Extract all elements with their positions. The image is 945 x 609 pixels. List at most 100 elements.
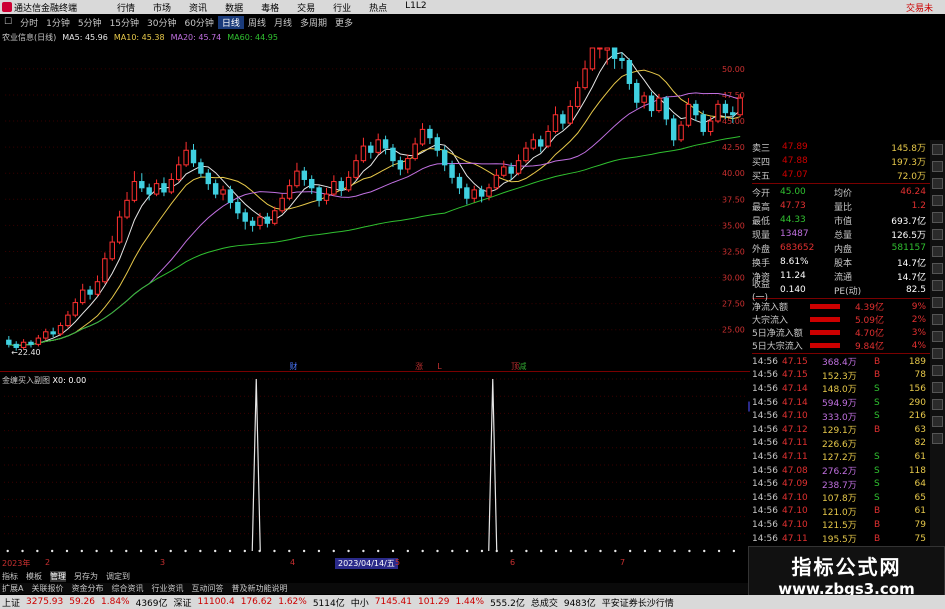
tick-row[interactable]: 14:56 47.11 127.2万 S 61: [752, 450, 930, 464]
candle-body[interactable]: [323, 193, 330, 201]
candle-body[interactable]: [501, 166, 507, 176]
candle-body[interactable]: [94, 281, 101, 295]
candle-body[interactable]: [168, 178, 175, 193]
news-tab[interactable]: 互动问答: [191, 583, 223, 594]
tick-row[interactable]: 14:56 47.10 121.0万 B 61: [752, 505, 930, 519]
period-tab[interactable]: 5分钟: [74, 16, 106, 29]
candle-body[interactable]: [301, 170, 308, 180]
candle-body[interactable]: [493, 174, 500, 189]
candle-body[interactable]: [227, 189, 234, 203]
candle-body[interactable]: [176, 164, 182, 180]
candle-body[interactable]: [257, 216, 263, 226]
candle-body[interactable]: [693, 103, 699, 116]
candlestick-chart[interactable]: 50.0047.5045.0042.5040.0037.5035.0032.50…: [0, 44, 750, 372]
candle-body[interactable]: [685, 103, 692, 126]
side-tool-icon[interactable]: [932, 229, 943, 240]
candle-body[interactable]: [574, 87, 581, 107]
candle-body[interactable]: [626, 60, 633, 84]
candle-body[interactable]: [72, 302, 79, 316]
candle-body[interactable]: [582, 68, 588, 89]
indicator-tab[interactable]: 模板: [26, 571, 42, 582]
candle-body[interactable]: [249, 220, 256, 226]
candle-body[interactable]: [441, 149, 448, 166]
candle-body[interactable]: [523, 147, 529, 162]
tick-row[interactable]: 14:56 47.14 148.0万 S 156: [752, 382, 930, 396]
side-tool-icon[interactable]: [932, 263, 943, 274]
menu-item[interactable]: 资讯: [189, 1, 207, 14]
side-tool-icon[interactable]: [932, 297, 943, 308]
menu-item[interactable]: 数据: [225, 1, 243, 14]
candle-body[interactable]: [272, 210, 278, 224]
side-tool-icon[interactable]: [932, 212, 943, 223]
candle-body[interactable]: [634, 82, 640, 103]
side-tool-icon[interactable]: [932, 365, 943, 376]
candle-body[interactable]: [545, 130, 551, 147]
candle-body[interactable]: [412, 143, 418, 160]
candle-body[interactable]: [464, 187, 470, 199]
candle-body[interactable]: [397, 160, 404, 170]
news-tab[interactable]: 行业资讯: [151, 583, 183, 594]
candle-body[interactable]: [183, 149, 189, 166]
candle-body[interactable]: [79, 289, 86, 304]
period-tab[interactable]: 60分钟: [180, 16, 217, 29]
indicator-tab[interactable]: 指标: [2, 571, 18, 582]
side-tool-icon[interactable]: [932, 416, 943, 427]
tick-row[interactable]: 14:56 47.10 333.0万 S 216: [752, 409, 930, 423]
menu-item[interactable]: L1L2: [405, 1, 426, 14]
tick-row[interactable]: 14:56 47.10 121.5万 B 79: [752, 518, 930, 532]
news-tab[interactable]: 普及新功能说明: [231, 583, 287, 594]
candle-body[interactable]: [656, 97, 662, 112]
candle-body[interactable]: [28, 341, 34, 345]
candle-body[interactable]: [670, 118, 677, 141]
candle-body[interactable]: [722, 103, 729, 114]
side-tool-icon[interactable]: [932, 161, 943, 172]
side-tool-icon[interactable]: [932, 178, 943, 189]
candle-body[interactable]: [375, 139, 381, 153]
side-tool-icon[interactable]: [932, 348, 943, 359]
candle-body[interactable]: [153, 183, 160, 195]
candle-body[interactable]: [65, 314, 71, 327]
orderbook-row[interactable]: 买五 47.07 72.0万: [752, 168, 930, 182]
candle-body[interactable]: [648, 95, 655, 112]
period-tab[interactable]: 30分钟: [143, 16, 180, 29]
candle-body[interactable]: [604, 47, 610, 51]
candle-body[interactable]: [515, 160, 522, 174]
candle-body[interactable]: [478, 189, 485, 197]
orderbook-row[interactable]: 买四 47.88 197.3万: [752, 154, 930, 168]
candle-body[interactable]: [405, 158, 411, 170]
candle-body[interactable]: [338, 181, 344, 191]
event-marker[interactable]: L: [437, 362, 442, 371]
period-tab[interactable]: 周线: [244, 16, 270, 29]
candle-body[interactable]: [20, 341, 27, 348]
period-tab[interactable]: 15分钟: [106, 16, 143, 29]
indicator-tab[interactable]: 调定到: [106, 571, 130, 582]
candle-body[interactable]: [382, 139, 389, 149]
candle-body[interactable]: [552, 114, 559, 132]
candle-body[interactable]: [663, 97, 670, 120]
candle-body[interactable]: [427, 128, 433, 139]
side-tool-icon[interactable]: [932, 399, 943, 410]
side-tool-icon[interactable]: [932, 433, 943, 444]
candle-body[interactable]: [560, 114, 566, 124]
news-tab[interactable]: 关联报价: [31, 583, 63, 594]
side-tool-icon[interactable]: [932, 331, 943, 342]
period-tab[interactable]: 月线: [270, 16, 296, 29]
candle-body[interactable]: [353, 160, 359, 178]
candle-body[interactable]: [242, 212, 248, 222]
candle-body[interactable]: [220, 189, 226, 195]
candle-body[interactable]: [471, 189, 477, 199]
tick-row[interactable]: 14:56 47.11 226.6万 82: [752, 437, 930, 451]
candle-body[interactable]: [678, 124, 684, 141]
candle-body[interactable]: [589, 47, 596, 70]
candle-body[interactable]: [611, 47, 618, 59]
side-tool-icon[interactable]: [932, 382, 943, 393]
tick-row[interactable]: 14:56 47.14 594.9万 S 290: [752, 396, 930, 410]
candle-body[interactable]: [264, 216, 271, 224]
close-window-icon[interactable]: ☐: [0, 17, 16, 27]
candle-body[interactable]: [286, 185, 293, 199]
trade-status[interactable]: 交易未: [906, 1, 933, 14]
broker-name[interactable]: 平安证券长沙行情: [602, 596, 674, 609]
candle-body[interactable]: [235, 201, 241, 214]
news-tab[interactable]: 资金分布: [71, 583, 103, 594]
candle-body[interactable]: [57, 325, 64, 335]
